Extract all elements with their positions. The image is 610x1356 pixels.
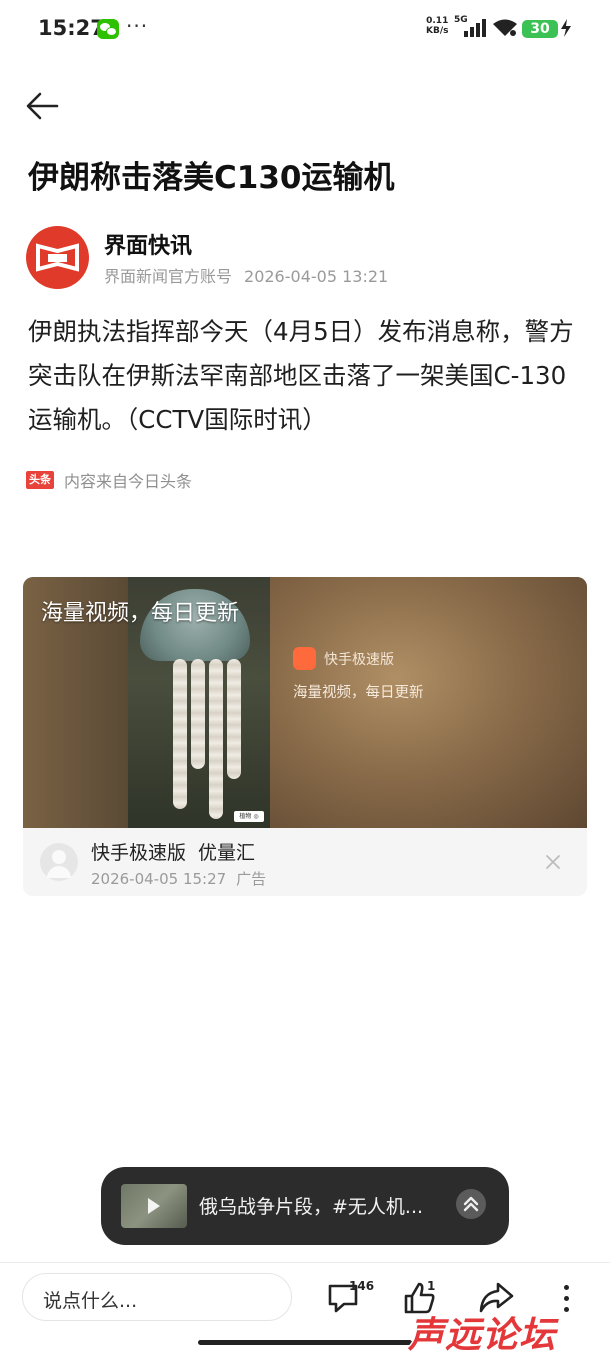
ad-media-search-tag: 植物 ◎	[234, 811, 264, 822]
ad-meta: 2026-04-05 15:27 广告	[91, 868, 266, 889]
ad-card[interactable]: 海量视频，每日更新 快手极速版 海量视频，每日更新 植物 ◎ 快手极速版 优量汇 …	[23, 577, 587, 896]
ornament-strand	[191, 659, 205, 769]
ad-datetime: 2026-04-05 15:27	[91, 870, 227, 888]
ad-network: 优量汇	[198, 842, 256, 864]
net-speed: 0.11 KB/s	[426, 16, 448, 36]
expand-up-icon[interactable]	[456, 1189, 486, 1219]
article-body: 伊朗执法指挥部今天（4月5日）发布消息称，警方突击队在伊斯法罕南部地区击落了一架…	[28, 317, 574, 434]
content-source: 头条 内容来自今日头条	[26, 468, 192, 492]
close-icon[interactable]	[543, 852, 563, 872]
ad-avatar	[40, 843, 78, 881]
more-notifications-icon: ···	[126, 14, 149, 38]
content-source-text: 内容来自今日头条	[64, 472, 193, 491]
floating-video-player[interactable]: 俄乌战争片段，#无人机...	[101, 1167, 509, 1245]
like-count: 1	[427, 1279, 436, 1293]
status-time: 15:27	[38, 16, 105, 40]
ad-label: 广告	[236, 870, 267, 888]
toutiao-logo-icon: 头条	[26, 471, 54, 489]
signal-icon	[464, 19, 486, 37]
back-arrow-icon[interactable]	[24, 88, 60, 124]
bottom-divider	[0, 1262, 610, 1263]
status-bar: 15:27 ··· 0.11 KB/s 5G 30	[0, 0, 610, 60]
more-icon[interactable]	[555, 1283, 577, 1315]
author-meta: 界面新闻官方账号 2026-04-05 13:21	[104, 263, 388, 287]
ad-media-app-name: 快手极速版	[324, 652, 394, 668]
wechat-icon	[97, 19, 119, 39]
ad-media-background	[270, 577, 587, 828]
ornament-strand	[173, 659, 187, 809]
jiemian-logo-icon	[36, 243, 79, 272]
comment-placeholder: 说点什么...	[43, 1290, 138, 1312]
net-speed-value: 0.11	[426, 16, 449, 26]
ornament-strand	[227, 659, 241, 779]
publish-datetime: 2026-04-05 13:21	[244, 267, 389, 286]
wifi-icon	[493, 19, 517, 36]
ad-app-name: 快手极速版	[91, 842, 187, 864]
author-avatar[interactable]	[26, 226, 89, 289]
article-title: 伊朗称击落美C130运输机	[28, 160, 395, 196]
ad-title: 快手极速版 优量汇	[91, 838, 255, 865]
video-thumbnail[interactable]	[121, 1184, 187, 1228]
ad-media-headline: 海量视频，每日更新	[41, 601, 240, 626]
ornament-strand	[209, 659, 223, 819]
floating-video-title[interactable]: 俄乌战争片段，#无人机...	[199, 1192, 423, 1219]
author-name[interactable]: 界面快讯	[104, 228, 192, 260]
author-account-type: 界面新闻官方账号	[104, 267, 233, 286]
comment-count: 146	[349, 1279, 375, 1293]
battery-indicator: 30	[522, 20, 558, 38]
comment-input[interactable]: 说点什么...	[22, 1273, 292, 1321]
net-speed-unit: KB/s	[426, 26, 449, 36]
kuaishou-app-icon	[293, 647, 316, 670]
ad-media[interactable]: 海量视频，每日更新 快手极速版 海量视频，每日更新 植物 ◎	[23, 577, 587, 828]
charging-bolt-icon	[561, 19, 571, 37]
ad-media-app-subtitle: 海量视频，每日更新	[293, 685, 424, 701]
forum-watermark: 声远论坛	[408, 1315, 557, 1356]
ad-footer: 快手极速版 优量汇 2026-04-05 15:27 广告	[23, 828, 587, 896]
home-indicator[interactable]	[198, 1340, 412, 1345]
